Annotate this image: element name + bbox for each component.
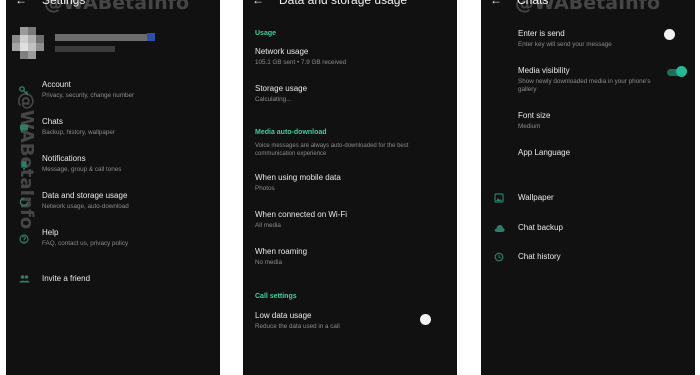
row-title: Wallpaper (518, 193, 554, 202)
row-title: Chat history (518, 252, 561, 261)
settings-item-title: Help (42, 228, 59, 237)
row-subtitle: 105.1 GB sent • 7.9 GB received (255, 59, 347, 66)
row-title: When roaming (255, 247, 308, 256)
settings-item-subtitle: Backup, history, wallpaper (42, 129, 116, 136)
row-title: App Language (518, 148, 571, 157)
settings-item-title: Notifications (42, 154, 86, 163)
data-usage-icon (18, 196, 30, 208)
row-subtitle: Medium (518, 123, 541, 130)
settings-item-title: Invite a friend (42, 274, 91, 283)
settings-screen: ← Settings @WABetaInfo @WABetaInfo Accou… (6, 0, 220, 375)
row-subtitle: Reduce the data used in a call (255, 323, 340, 330)
row-subtitle: Photos (255, 185, 275, 192)
chat-icon (18, 122, 30, 134)
settings-item-title: Chats (42, 117, 63, 126)
toggle-knob (676, 66, 687, 77)
cloud-upload-icon (493, 222, 505, 234)
row-title: When connected on Wi-Fi (255, 210, 348, 219)
watermark: @WABetaInfo (515, 0, 660, 14)
bell-icon (18, 159, 30, 171)
toggle-knob (664, 29, 675, 40)
settings-item-subtitle: Message, group & call tones (42, 166, 122, 173)
section-header-call-settings: Call settings (255, 293, 297, 300)
key-icon (18, 85, 30, 97)
data-storage-app-bar: ← Data and storage usage (243, 0, 457, 12)
row-title: Storage usage (255, 84, 308, 93)
enter-is-send-toggle[interactable] (653, 29, 675, 41)
profile-status-blurred (55, 46, 115, 52)
watermark: @WABetaInfo (44, 0, 189, 14)
row-title: Low data usage (255, 311, 312, 320)
row-title: Enter is send (518, 29, 565, 38)
settings-item-subtitle: Privacy, security, change number (42, 92, 135, 99)
media-visibility-toggle[interactable] (665, 66, 687, 78)
profile-badge-blurred (147, 33, 155, 41)
section-header-usage: Usage (255, 30, 277, 37)
section-header-auto-download: Media auto-download (255, 129, 327, 136)
row-title: When using mobile data (255, 173, 341, 182)
row-subtitle: Show newly downloaded media in your phon… (518, 78, 651, 93)
wallpaper-icon (493, 192, 505, 204)
history-icon (493, 251, 505, 263)
arrow-left-icon[interactable]: ← (15, 0, 27, 7)
avatar[interactable] (12, 27, 44, 59)
settings-item-title: Account (42, 80, 71, 89)
row-title: Media visibility (518, 66, 570, 75)
row-subtitle: All media (255, 222, 281, 229)
people-icon (18, 273, 30, 285)
row-subtitle: No media (255, 259, 282, 266)
settings-item-subtitle: Network usage, auto-download (42, 203, 129, 210)
help-icon (18, 233, 30, 245)
profile-name-blurred (55, 34, 155, 41)
data-storage-screen: ← Data and storage usage Usage Network u… (243, 0, 457, 375)
row-title: Network usage (255, 47, 309, 56)
arrow-left-icon[interactable]: ← (252, 0, 264, 7)
low-data-usage-toggle[interactable] (409, 314, 431, 326)
row-title: Font size (518, 111, 551, 120)
arrow-left-icon[interactable]: ← (490, 0, 502, 7)
row-subtitle: Enter key will send your message (518, 41, 612, 48)
row-title: Chat backup (518, 223, 563, 232)
toggle-knob (420, 314, 431, 325)
row-subtitle: Calculating... (255, 96, 292, 103)
settings-item-title: Data and storage usage (42, 191, 128, 200)
auto-download-note: Voice messages are always auto-downloade… (255, 143, 409, 157)
chats-screen: ← Chats @WABetaInfo Enter is send Enter … (481, 0, 695, 375)
page-title: Data and storage usage (279, 0, 408, 7)
settings-item-subtitle: FAQ, contact us, privacy policy (42, 240, 129, 247)
